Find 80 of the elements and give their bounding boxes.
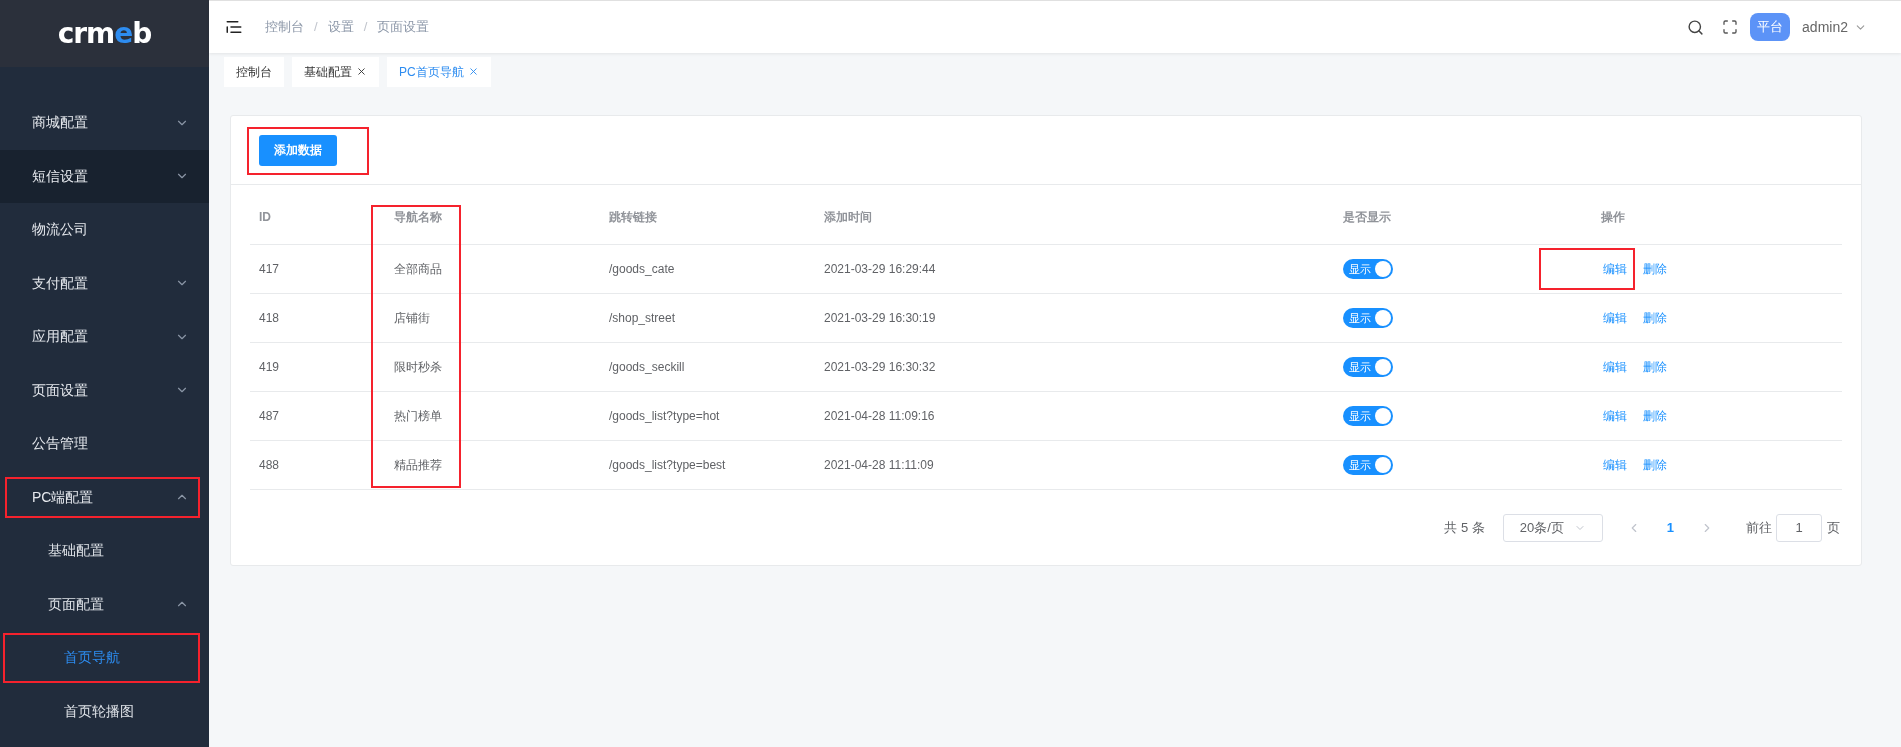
table-cell-text: 限时秒杀 xyxy=(394,359,443,376)
sidebar-item[interactable]: 页面设置 xyxy=(32,379,88,401)
table-cell-text: 2021-04-28 11:11:09 xyxy=(824,457,935,474)
close-icon[interactable] xyxy=(356,66,367,77)
table-cell-text: /shop_street xyxy=(609,310,677,327)
delete-link[interactable]: 删除 xyxy=(1643,358,1667,376)
breadcrumb-separator: / xyxy=(363,18,368,37)
toggle-switch[interactable]: 显示 xyxy=(1343,455,1393,475)
toggle-knob xyxy=(1375,261,1391,277)
edit-link[interactable]: 编辑 xyxy=(1603,409,1627,423)
table-cell-text: 2021-03-29 16:29:44 xyxy=(824,261,937,278)
table-cell-text: 店铺街 xyxy=(394,310,431,327)
column-header: 导航名称 xyxy=(394,209,443,226)
column-header: 操作 xyxy=(1601,209,1626,226)
edit-link[interactable]: 编辑 xyxy=(1603,360,1627,374)
menu-fold-icon[interactable] xyxy=(225,18,243,36)
edit-link[interactable]: 编辑 xyxy=(1603,262,1627,276)
delete-link[interactable]: 删除 xyxy=(1643,260,1667,278)
table-cell-text: 2021-03-29 16:30:19 xyxy=(824,310,937,327)
logo: crmeb xyxy=(57,15,152,52)
sidebar-item[interactable]: 首页轮播图 xyxy=(64,700,134,722)
page-tab[interactable]: PC首页导航 xyxy=(387,56,491,87)
column-header: 跳转链接 xyxy=(609,209,658,226)
toggle-knob xyxy=(1375,310,1391,326)
edit-link[interactable]: 编辑 xyxy=(1603,311,1627,325)
delete-link[interactable]: 删除 xyxy=(1643,456,1667,474)
breadcrumb-item[interactable]: 控制台 xyxy=(265,17,304,37)
breadcrumb-item[interactable]: 设置 xyxy=(327,17,354,37)
toggle-switch[interactable]: 显示 xyxy=(1343,406,1393,426)
goto-suffix: 页 xyxy=(1827,519,1840,538)
edit-link[interactable]: 编辑 xyxy=(1603,458,1627,472)
toggle-knob xyxy=(1375,457,1391,473)
toggle-knob xyxy=(1375,408,1391,424)
toggle-switch[interactable]: 显示 xyxy=(1343,259,1393,279)
sidebar-item[interactable]: PC端配置 xyxy=(32,486,94,508)
column-header: 添加时间 xyxy=(824,209,873,226)
sidebar-item[interactable]: 商城配置 xyxy=(32,112,88,134)
table-cell-text: 487 xyxy=(258,408,281,425)
sidebar-item[interactable]: 支付配置 xyxy=(32,272,88,294)
search-icon[interactable] xyxy=(1687,18,1705,36)
table-cell-text: 418 xyxy=(258,310,281,327)
user-name[interactable]: admin2 xyxy=(1802,16,1848,38)
toggle-switch[interactable]: 显示 xyxy=(1343,357,1393,377)
sidebar-item[interactable]: 物流公司 xyxy=(32,219,88,241)
sidebar-item[interactable]: 公告管理 xyxy=(32,433,88,455)
goto-page-field[interactable]: 1 xyxy=(1776,514,1822,542)
toggle-knob xyxy=(1375,359,1391,375)
page-number[interactable]: 1 xyxy=(1666,518,1674,538)
delete-link[interactable]: 删除 xyxy=(1643,309,1667,327)
role-badge: 平台 xyxy=(1750,13,1791,41)
goto-label: 前往 xyxy=(1746,519,1772,538)
column-header: 是否显示 xyxy=(1343,209,1392,226)
table-cell-text: 2021-04-28 11:09:16 xyxy=(824,408,936,425)
table-cell-text: /goods_seckill xyxy=(609,359,686,376)
table-cell-text: 488 xyxy=(258,457,281,474)
breadcrumb-separator: / xyxy=(314,18,318,37)
table-cell-text: /goods_list?type=hot xyxy=(609,408,721,425)
table-cell-text: /goods_cate xyxy=(609,261,676,278)
sidebar-item[interactable]: 应用配置 xyxy=(32,326,88,348)
sidebar-item[interactable]: 基础配置 xyxy=(48,540,104,562)
column-header: ID xyxy=(258,209,272,226)
page-tab[interactable]: 基础配置 xyxy=(292,56,379,87)
table-cell-text: 精品推荐 xyxy=(394,457,443,474)
page-tab[interactable]: 控制台 xyxy=(224,56,284,87)
sidebar-item[interactable]: 首页导航 xyxy=(64,647,120,669)
toggle-switch[interactable]: 显示 xyxy=(1343,308,1393,328)
table-cell-text: 2021-03-29 16:30:32 xyxy=(824,359,937,376)
table-cell-text: /goods_list?type=best xyxy=(609,457,727,474)
table-cell-text: 417 xyxy=(258,261,281,278)
sidebar-item[interactable]: 短信设置 xyxy=(32,165,88,187)
total-count: 共 5 条 xyxy=(1444,519,1485,538)
sidebar-item[interactable]: 页面配置 xyxy=(48,593,104,615)
table-cell-text: 419 xyxy=(258,359,281,376)
page-size-select[interactable]: 20条/页 xyxy=(1502,514,1603,542)
breadcrumb-item[interactable]: 页面设置 xyxy=(377,17,430,37)
table-cell-text: 热门榜单 xyxy=(394,408,443,425)
fullscreen-icon[interactable] xyxy=(1722,19,1739,35)
delete-link[interactable]: 删除 xyxy=(1643,407,1667,425)
add-data-button[interactable]: 添加数据 xyxy=(259,134,337,166)
table-cell-text: 全部商品 xyxy=(394,261,443,278)
